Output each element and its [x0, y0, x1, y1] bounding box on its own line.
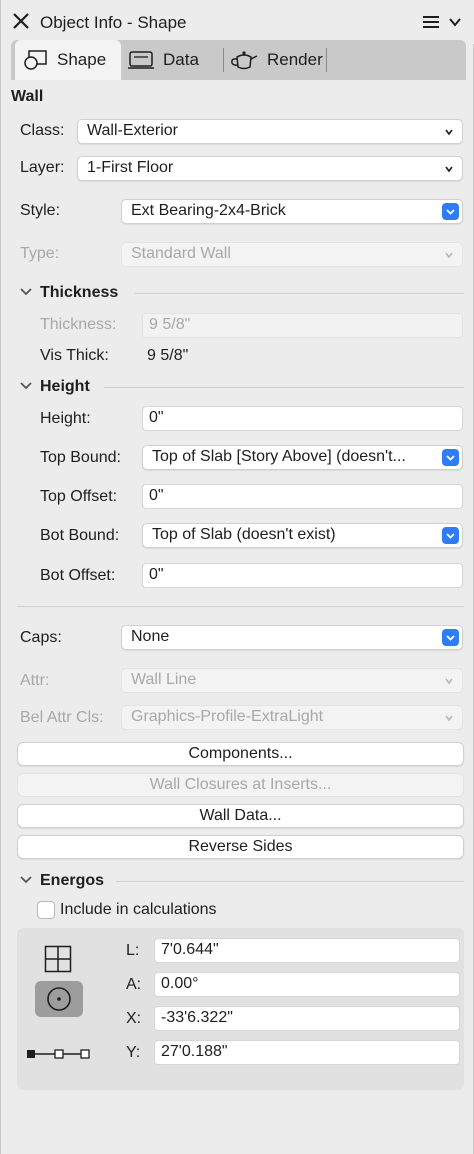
updown-caret-icon — [445, 166, 453, 173]
type-select: Standard Wall — [121, 242, 463, 267]
close-icon[interactable] — [12, 12, 30, 30]
chevron-down-icon — [446, 209, 455, 215]
tab-label: Data — [163, 50, 199, 69]
center-point-button[interactable] — [35, 981, 83, 1017]
tab-divider — [223, 48, 224, 72]
layer-label: Layer: — [20, 159, 65, 176]
layer-select[interactable]: 1-First Floor — [77, 156, 463, 181]
height-label: Height: — [40, 410, 91, 427]
style-label: Style: — [20, 202, 61, 219]
caps-select[interactable]: None — [121, 625, 463, 650]
tab-shape[interactable]: Shape — [15, 40, 121, 80]
chevron-down-icon — [446, 635, 455, 641]
bot-bound-label: Bot Bound: — [40, 527, 120, 544]
thickness-field: 9 5/8" — [142, 313, 463, 338]
updown-caret-icon — [445, 252, 453, 259]
section-divider — [134, 293, 464, 294]
y-label: Y: — [126, 1044, 141, 1061]
height-heading: Height — [40, 378, 90, 395]
vis-thick-label: Vis Thick: — [40, 347, 109, 364]
bel-attr-value: Graphics-Profile-ExtraLight — [131, 708, 324, 725]
title-bar: Object Info - Shape — [1, 0, 474, 44]
bot-bound-select[interactable]: Top of Slab (doesn't exist) — [142, 523, 463, 548]
layer-value: 1-First Floor — [87, 159, 174, 176]
tab-render[interactable]: Render — [229, 40, 333, 80]
bot-offset-field[interactable]: 0" — [142, 563, 463, 588]
chevron-down-icon — [446, 455, 455, 461]
a-label: A: — [126, 976, 142, 993]
bot-bound-value: Top of Slab (doesn't exist) — [152, 526, 336, 543]
top-bound-value: Top of Slab [Story Above] (doesn't... — [152, 448, 406, 465]
components-button[interactable]: Components... — [17, 742, 464, 766]
chevron-down-icon[interactable] — [448, 16, 462, 28]
style-select[interactable]: Ext Bearing-2x4-Brick — [121, 199, 463, 224]
caps-label: Caps: — [20, 629, 62, 646]
object-type-heading: Wall — [11, 88, 44, 105]
tab-bar: Shape Data Render — [11, 40, 466, 80]
section-divider — [104, 387, 464, 388]
dropdown-button — [442, 449, 459, 466]
wall-closures-button: Wall Closures at Inserts... — [17, 773, 464, 797]
top-bound-label: Top Bound: — [40, 449, 121, 466]
attr-label: Attr: — [20, 672, 50, 689]
l-label: L: — [126, 942, 140, 959]
l-field[interactable]: 7'0.644" — [154, 938, 460, 963]
style-value: Ext Bearing-2x4-Brick — [131, 202, 286, 219]
disclosure-triangle-icon[interactable] — [19, 380, 33, 392]
tab-label: Render — [267, 50, 323, 69]
chevron-down-icon — [446, 533, 455, 539]
top-offset-field[interactable]: 0" — [142, 484, 463, 509]
menu-icon[interactable] — [422, 14, 440, 30]
type-label: Type: — [20, 245, 60, 262]
line-endpoint-icon[interactable] — [26, 1047, 90, 1061]
tab-data[interactable]: Data — [127, 40, 221, 80]
top-offset-label: Top Offset: — [40, 488, 118, 505]
x-field[interactable]: -33'6.322" — [154, 1006, 460, 1031]
class-select[interactable]: Wall-Exterior — [77, 119, 463, 144]
grid-icon[interactable] — [44, 945, 72, 973]
disclosure-triangle-icon[interactable] — [19, 286, 33, 298]
data-icon — [128, 51, 154, 69]
attr-select: Wall Line — [121, 668, 463, 693]
include-calculations-label: Include in calculations — [60, 901, 217, 918]
window-title: Object Info - Shape — [40, 13, 187, 32]
updown-caret-icon — [445, 715, 453, 722]
top-bound-select[interactable]: Top of Slab [Story Above] (doesn't... — [142, 445, 463, 470]
vis-thick-value: 9 5/8" — [147, 347, 189, 364]
tab-label: Shape — [57, 50, 107, 69]
class-value: Wall-Exterior — [87, 122, 178, 139]
dropdown-button — [442, 629, 459, 646]
shape-icon — [24, 50, 47, 70]
bel-attr-label: Bel Attr Cls: — [20, 709, 104, 726]
updown-caret-icon — [445, 678, 453, 685]
target-circle-icon — [47, 987, 71, 1011]
bot-offset-label: Bot Offset: — [40, 567, 116, 584]
disclosure-triangle-icon[interactable] — [19, 874, 33, 886]
energos-heading: Energos — [40, 872, 105, 889]
dropdown-button — [442, 527, 459, 544]
thickness-label: Thickness: — [40, 316, 117, 333]
class-label: Class: — [20, 122, 65, 139]
include-calculations-checkbox[interactable] — [37, 901, 55, 919]
thickness-heading: Thickness — [40, 284, 119, 301]
a-field[interactable]: 0.00° — [154, 972, 460, 997]
section-divider — [116, 881, 464, 882]
bel-attr-select: Graphics-Profile-ExtraLight — [121, 705, 463, 730]
object-info-palette: Object Info - Shape Shape Data Render Wa… — [0, 0, 474, 1154]
type-value: Standard Wall — [131, 245, 231, 262]
caps-value: None — [131, 628, 170, 645]
teapot-icon — [231, 51, 258, 70]
reverse-sides-button[interactable]: Reverse Sides — [17, 835, 464, 859]
section-divider — [17, 606, 464, 607]
tab-divider — [326, 48, 327, 72]
y-field[interactable]: 27'0.188" — [154, 1040, 460, 1065]
wall-data-button[interactable]: Wall Data... — [17, 804, 464, 828]
x-label: X: — [126, 1010, 142, 1027]
dropdown-button — [442, 203, 459, 220]
updown-caret-icon — [445, 129, 453, 136]
attr-value: Wall Line — [131, 671, 197, 688]
height-field[interactable]: 0" — [142, 406, 463, 431]
